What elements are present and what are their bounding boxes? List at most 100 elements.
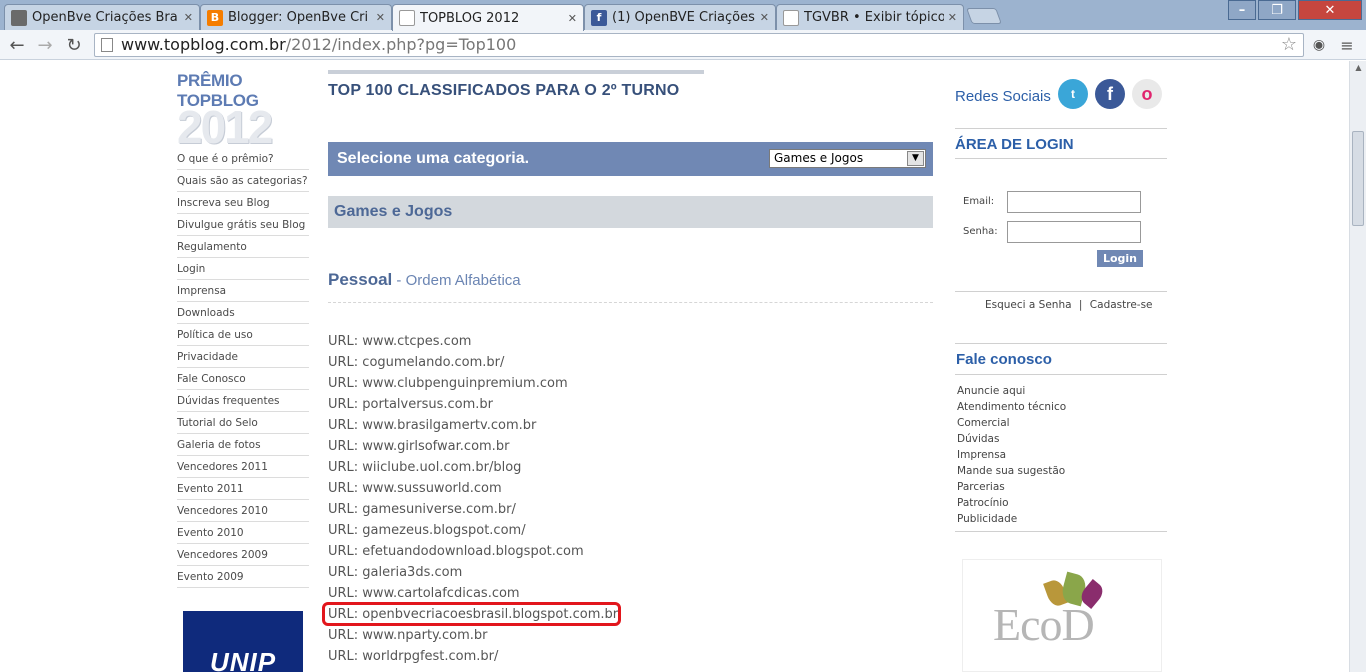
contact-link[interactable]: Patrocínio — [957, 495, 1066, 511]
nav-link[interactable]: Divulgue grátis seu Blog — [177, 214, 309, 236]
section-title-main: Pessoal — [328, 270, 393, 289]
contact-link[interactable]: Comercial — [957, 415, 1066, 431]
close-tab-icon[interactable]: ✕ — [568, 12, 577, 25]
browser-tab-topblog[interactable]: TOPBLOG 2012 ✕ — [392, 4, 584, 31]
nav-link[interactable]: Inscreva seu Blog — [177, 192, 309, 214]
tab-label: TGVBR • Exibir tópico — [804, 10, 944, 25]
contact-link[interactable]: Mande sua sugestão — [957, 463, 1066, 479]
browser-toolbar: ← → ↻ www.topblog.com.br/2012/index.php?… — [0, 30, 1366, 60]
ecod-sponsor-banner[interactable]: EcoD — [962, 559, 1162, 672]
scroll-up-icon[interactable]: ▲ — [1350, 61, 1366, 75]
login-button[interactable]: Login — [1097, 250, 1143, 267]
nav-link[interactable]: Política de uso — [177, 324, 309, 346]
contact-link[interactable]: Publicidade — [957, 511, 1066, 527]
scrollbar-thumb[interactable] — [1352, 131, 1364, 226]
bookmark-star-icon[interactable]: ☆ — [1281, 34, 1297, 56]
unip-logo-text: UNIP — [209, 647, 277, 672]
minimize-icon[interactable]: – — [1228, 0, 1256, 20]
nav-link[interactable]: Vencedores 2009 — [177, 544, 309, 566]
divider — [955, 343, 1167, 344]
url-path: /2012/index.php?pg=Top100 — [285, 35, 517, 54]
new-tab-button[interactable] — [966, 8, 1002, 24]
chevron-down-icon[interactable]: ▼ — [907, 151, 924, 166]
nav-link[interactable]: Quais são as categorias? — [177, 170, 309, 192]
page-icon — [783, 9, 799, 26]
window-close-icon[interactable]: ✕ — [1298, 0, 1362, 20]
nav-link[interactable]: Imprensa — [177, 280, 309, 302]
browser-tab-facebook[interactable]: f (1) OpenBVE Criações ✕ — [584, 4, 776, 30]
openbve-favicon-icon — [11, 9, 27, 26]
close-tab-icon[interactable]: ✕ — [760, 11, 769, 24]
link-separator: | — [1078, 299, 1083, 311]
reload-icon[interactable]: ↻ — [63, 35, 85, 56]
facebook-icon[interactable]: f — [1095, 79, 1125, 109]
contact-link[interactable]: Anuncie aqui — [957, 383, 1066, 399]
email-label: Email: — [963, 196, 995, 207]
twitter-icon[interactable]: t — [1058, 79, 1088, 109]
nav-link[interactable]: Regulamento — [177, 236, 309, 258]
nav-link[interactable]: Evento 2009 — [177, 566, 309, 588]
email-field[interactable] — [1007, 191, 1141, 213]
tab-label: TOPBLOG 2012 — [420, 10, 520, 26]
nav-link[interactable]: Galeria de fotos — [177, 434, 309, 456]
contact-link[interactable]: Parcerias — [957, 479, 1066, 495]
unip-sponsor-banner[interactable]: UNIP — [183, 611, 303, 672]
logo-year: 2012 — [177, 101, 273, 153]
url-list-item: URL: worldrpgfest.com.br/ — [328, 649, 499, 664]
page-icon — [399, 10, 415, 26]
blogger-favicon-icon: B — [207, 9, 223, 26]
nav-link[interactable]: Vencedores 2011 — [177, 456, 309, 478]
nav-link[interactable]: Evento 2010 — [177, 522, 309, 544]
url-list-item: URL: www.nparty.com.br — [328, 628, 488, 643]
nav-link[interactable]: Fale Conosco — [177, 368, 309, 390]
browser-tab-openbve[interactable]: OpenBve Criações Bra ✕ — [4, 4, 200, 30]
maximize-icon[interactable]: ❐ — [1258, 0, 1296, 20]
category-heading: Games e Jogos — [334, 203, 453, 220]
close-tab-icon[interactable]: ✕ — [948, 11, 957, 24]
category-prompt: Selecione uma categoria. — [337, 150, 530, 167]
nav-link[interactable]: Vencedores 2010 — [177, 500, 309, 522]
contact-link[interactable]: Atendimento técnico — [957, 399, 1066, 415]
page-icon — [101, 38, 113, 52]
account-links: Esqueci a Senha | Cadastre-se — [985, 299, 1153, 311]
contact-link[interactable]: Dúvidas — [957, 431, 1066, 447]
url-list-item: URL: galeria3ds.com — [328, 565, 463, 580]
divider — [955, 374, 1167, 375]
forgot-password-link[interactable]: Esqueci a Senha — [985, 299, 1072, 311]
nav-link[interactable]: Login — [177, 258, 309, 280]
close-tab-icon[interactable]: ✕ — [376, 11, 385, 24]
topblog-logo[interactable]: PRÊMIO TOPBLOG 2012 — [177, 71, 312, 153]
url-list-item: URL: www.clubpenguinpremium.com — [328, 376, 568, 391]
url-list: URL: www.ctcpes.com URL: cogumelando.com… — [322, 331, 933, 667]
browser-tab-blogger[interactable]: B Blogger: OpenBve Cri ✕ — [200, 4, 392, 30]
nav-link[interactable]: Privacidade — [177, 346, 309, 368]
browser-tab-tgvbr[interactable]: TGVBR • Exibir tópico ✕ — [776, 4, 964, 30]
vertical-scrollbar[interactable]: ▲ — [1349, 61, 1366, 672]
password-field[interactable] — [1007, 221, 1141, 243]
contact-link[interactable]: Imprensa — [957, 447, 1066, 463]
forward-arrow-icon[interactable]: → — [34, 35, 56, 56]
divider — [955, 158, 1167, 159]
tab-label: Blogger: OpenBve Cri — [228, 10, 369, 25]
nav-link[interactable]: Tutorial do Selo — [177, 412, 309, 434]
url-list-item: URL: wiiclube.uol.com.br/blog — [328, 460, 522, 475]
register-link[interactable]: Cadastre-se — [1090, 299, 1153, 311]
close-tab-icon[interactable]: ✕ — [184, 11, 193, 24]
address-bar[interactable]: www.topblog.com.br/2012/index.php?pg=Top… — [94, 33, 1304, 57]
wrench-menu-icon[interactable]: ≡ — [1336, 35, 1358, 55]
category-select[interactable]: Games e Jogos ▼ — [769, 149, 926, 168]
nav-link[interactable]: Downloads — [177, 302, 309, 324]
orkut-icon[interactable]: o — [1132, 79, 1162, 109]
category-select-value: Games e Jogos — [774, 151, 864, 165]
login-heading: ÁREA DE LOGIN — [955, 136, 1074, 153]
extension-icon[interactable]: ◉ — [1308, 35, 1330, 55]
left-navigation: O que é o prêmio? Quais são as categoria… — [177, 148, 309, 588]
social-networks: Redes Sociais t f o — [955, 79, 1167, 129]
nav-link[interactable]: Dúvidas frequentes — [177, 390, 309, 412]
nav-link[interactable]: Evento 2011 — [177, 478, 309, 500]
divider — [955, 531, 1167, 532]
page-viewport: PRÊMIO TOPBLOG 2012 O que é o prêmio? Qu… — [0, 61, 1349, 672]
nav-link[interactable]: O que é o prêmio? — [177, 148, 309, 170]
contact-heading: Fale conosco — [956, 351, 1052, 368]
back-arrow-icon[interactable]: ← — [6, 35, 28, 56]
